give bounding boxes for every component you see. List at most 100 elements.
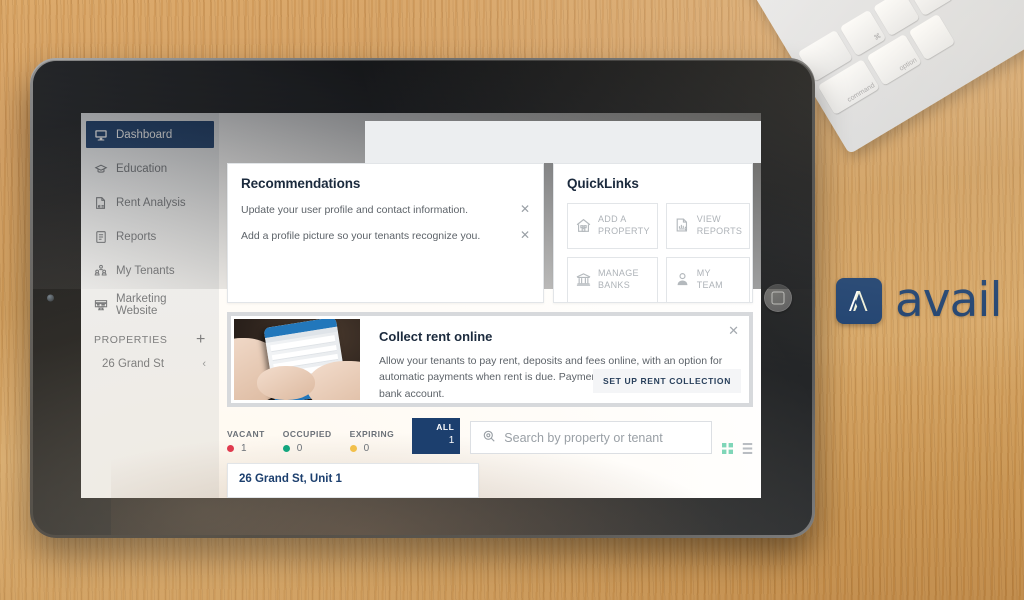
- quicklink-line2: PROPERTY: [598, 225, 650, 236]
- sidebar-section-label: PROPERTIES: [94, 334, 168, 346]
- filter-value: 0: [349, 443, 395, 454]
- property-address: 26 Grand St, Unit 1: [239, 473, 342, 485]
- sidebar-item-dashboard[interactable]: Dashboard: [86, 121, 214, 148]
- sidebar-property-26-grand-st[interactable]: 26 Grand St ‹: [94, 358, 206, 382]
- sidebar-item-my-tenants[interactable]: My Tenants: [86, 257, 214, 284]
- close-icon[interactable]: ✕: [516, 203, 530, 215]
- view-toggle-group: [722, 443, 753, 454]
- graduation-cap-icon: [94, 162, 108, 176]
- home-button-icon[interactable]: [764, 284, 792, 312]
- quicklinks-card: QuickLinks ADD A PROPERTY VIEW REPORTS M…: [553, 162, 753, 303]
- filter-count: 0: [363, 443, 370, 454]
- quicklink-line2: TEAM: [696, 279, 723, 290]
- property-list: 26 Grand St, Unit 1: [227, 463, 753, 498]
- filter-expiring[interactable]: EXPIRING 0: [349, 429, 404, 454]
- sidebar: Dashboard Education Rent Analysis Report…: [81, 113, 219, 498]
- top-cards-row: Recommendations Update your user profile…: [227, 162, 753, 303]
- main-content: Recommendations Update your user profile…: [219, 113, 761, 498]
- filter-count: 0: [296, 443, 303, 454]
- recommendations-card: Recommendations Update your user profile…: [227, 162, 544, 303]
- sidebar-item-label: Reports: [116, 230, 157, 243]
- lower-background: [365, 121, 761, 163]
- sidebar-item-label: Marketing Website: [116, 292, 167, 317]
- filter-count: 1: [241, 443, 247, 454]
- quicklink-line2: REPORTS: [696, 225, 743, 236]
- desk-scene: ⌘ command option Dashboard Education Ren…: [0, 0, 1024, 600]
- quicklink-line1: VIEW: [696, 214, 721, 225]
- filter-count: 1: [448, 435, 455, 446]
- promo-body: ✕ Collect rent online Allow your tenants…: [363, 316, 749, 403]
- monitor-icon: [94, 128, 108, 142]
- thumb-shape: [256, 365, 315, 400]
- my-team-button[interactable]: MY TEAM: [665, 256, 751, 303]
- sidebar-item-label: Rent Analysis: [116, 196, 186, 209]
- quicklink-line1: MY: [696, 268, 711, 279]
- recommendations-title: Recommendations: [241, 175, 361, 191]
- avail-wordmark: avail: [895, 273, 1003, 328]
- promo-photo: [234, 318, 360, 400]
- sidebar-item-label: Education: [116, 162, 168, 175]
- sidebar-item-reports[interactable]: Reports: [86, 223, 214, 250]
- plus-icon[interactable]: +: [196, 332, 206, 348]
- set-up-rent-collection-button[interactable]: SET UP RENT COLLECTION: [593, 369, 741, 393]
- sidebar-item-label: My Tenants: [116, 264, 175, 277]
- bank-icon: [575, 271, 592, 288]
- filter-label: VACANT: [227, 429, 265, 439]
- status-dot-vacant: [227, 445, 234, 452]
- quicklink-line2: BANKS: [598, 279, 631, 290]
- filter-label: OCCUPIED: [282, 429, 332, 439]
- sidebar-item-marketing-website[interactable]: Marketing Website: [86, 291, 214, 318]
- sidebar-item-education[interactable]: Education: [86, 155, 214, 182]
- recommendation-text: Add a profile picture so your tenants re…: [241, 229, 481, 242]
- search-input[interactable]: Search by property or tenant: [470, 421, 712, 454]
- list-view-icon[interactable]: [742, 443, 753, 454]
- grid-view-icon[interactable]: [722, 443, 733, 454]
- close-icon[interactable]: ✕: [728, 324, 739, 337]
- chart-dollar-icon: [674, 217, 691, 234]
- filter-label: ALL: [436, 422, 455, 432]
- quicklinks-title: QuickLinks: [567, 175, 639, 191]
- status-dot-occupied: [282, 445, 290, 452]
- quicklink-label: MY TEAM: [697, 268, 723, 291]
- avail-brand-logo: avail: [836, 273, 1003, 328]
- manage-banks-button[interactable]: MANAGE BANKS: [567, 256, 658, 303]
- filter-vacant[interactable]: VACANT 1: [227, 429, 274, 454]
- add-a-property-button[interactable]: ADD A PROPERTY: [567, 202, 658, 249]
- quicklink-label: VIEW REPORTS: [697, 214, 742, 237]
- search-icon: [482, 429, 496, 446]
- filter-occupied[interactable]: OCCUPIED 0: [282, 429, 341, 454]
- sidebar-section-properties: PROPERTIES +: [94, 332, 206, 348]
- collect-rent-promo-banner: ✕ Collect rent online Allow your tenants…: [227, 311, 753, 407]
- people-icon: [94, 264, 108, 278]
- recommendation-text: Update your user profile and contact inf…: [241, 203, 469, 216]
- filter-all[interactable]: ALL 1: [412, 418, 461, 454]
- sidebar-item-label: Dashboard: [116, 128, 173, 141]
- document-dollar-icon: [94, 196, 108, 210]
- report-document-icon: [94, 230, 108, 244]
- quicklink-label: MANAGE BANKS: [598, 268, 639, 291]
- quicklinks-grid: ADD A PROPERTY VIEW REPORTS MANAGE BANKS…: [567, 202, 751, 303]
- status-dot-expiring: [349, 445, 357, 452]
- person-icon: [674, 271, 691, 288]
- avail-chevron-mark-icon: [836, 277, 882, 324]
- search-placeholder: Search by property or tenant: [504, 430, 663, 445]
- property-card[interactable]: 26 Grand St, Unit 1: [227, 463, 479, 498]
- close-icon[interactable]: ✕: [516, 229, 530, 241]
- promo-title: Collect rent online: [379, 328, 493, 344]
- recommendation-item: Add a profile picture so your tenants re…: [241, 229, 530, 243]
- filter-bar: VACANT 1 OCCUPIED 0 EXPIRING 0 ALL 1 Sea…: [227, 418, 753, 454]
- filter-value: 1: [227, 443, 265, 454]
- website-icon: [94, 298, 108, 312]
- house-icon: [575, 217, 592, 234]
- quicklink-line1: MANAGE: [598, 268, 639, 279]
- sidebar-property-label: 26 Grand St: [102, 358, 165, 370]
- quicklink-label: ADD A PROPERTY: [598, 214, 650, 237]
- keyboard-rows: ⌘ command option: [797, 0, 976, 119]
- tablet-device: Dashboard Education Rent Analysis Report…: [30, 58, 815, 538]
- front-camera-icon: [47, 294, 54, 302]
- chevron-left-icon[interactable]: ‹: [202, 358, 206, 370]
- quicklink-line1: ADD A: [598, 214, 627, 225]
- filter-value: 0: [282, 443, 332, 454]
- view-reports-button[interactable]: VIEW REPORTS: [665, 202, 751, 249]
- sidebar-item-rent-analysis[interactable]: Rent Analysis: [86, 189, 214, 216]
